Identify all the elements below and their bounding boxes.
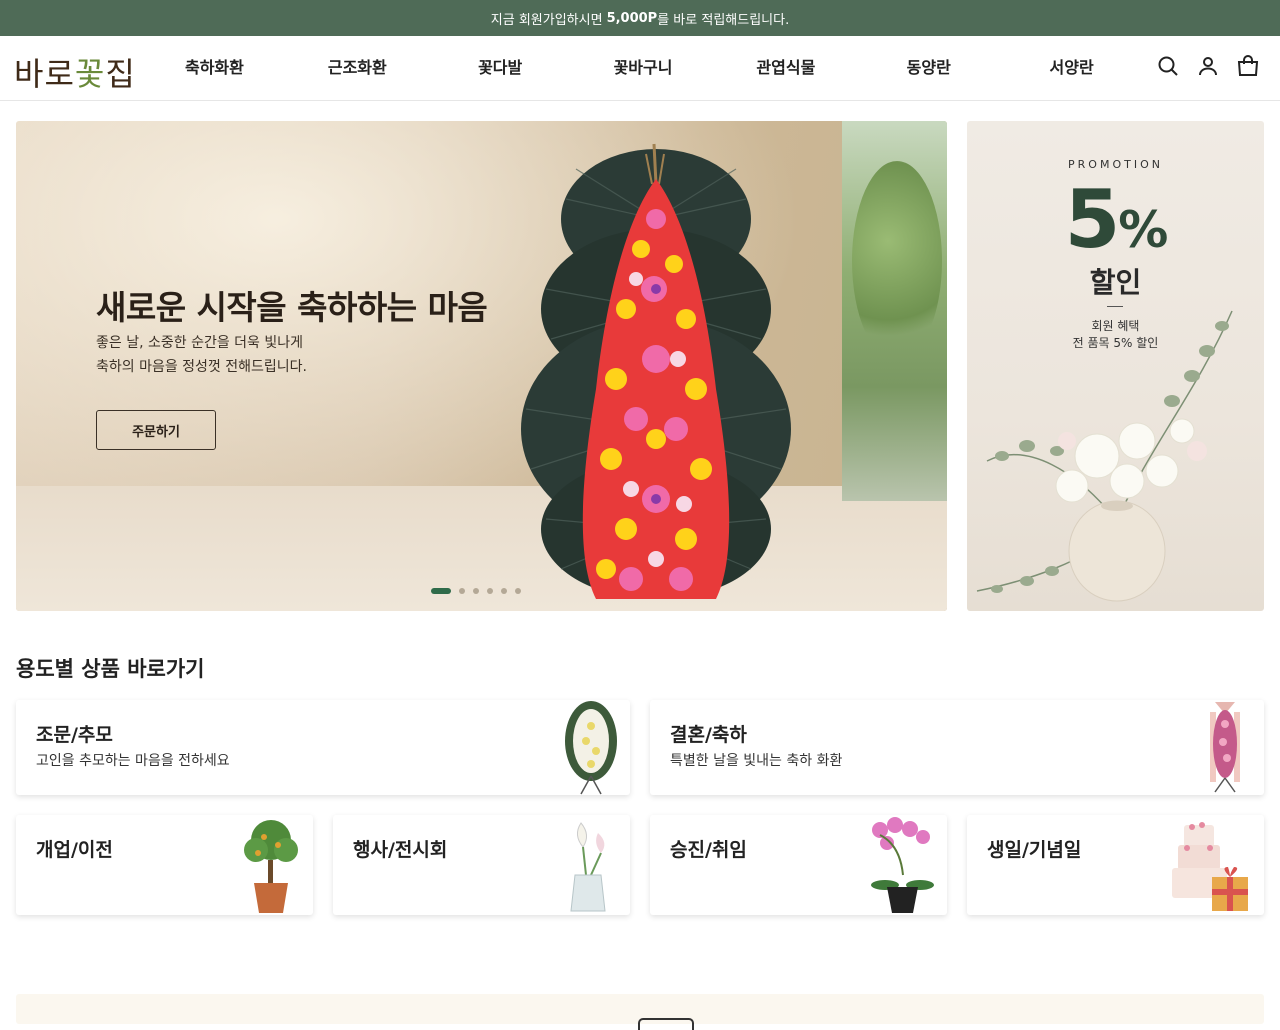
celebration-wreath-icon xyxy=(1210,702,1240,793)
promo-label: PROMOTION xyxy=(1068,158,1163,171)
hero-title: 새로운 시작을 축하하는 마음 xyxy=(96,288,488,327)
top-promo-banner: 지금 회원가입하시면 5,000P 를 바로 적립해드립니다. xyxy=(0,0,1280,36)
main-nav: 축하화환 근조화환 꽃다발 꽃바구니 관엽식물 동양란 서양란 xyxy=(143,36,1143,101)
next-section-icon xyxy=(638,1018,694,1030)
section-title: 용도별 상품 바로가기 xyxy=(16,657,205,681)
promo-discount-percent: % xyxy=(1118,201,1168,259)
site-header: 바로꽃집 축하화환 근조화환 꽃다발 꽃바구니 관엽식물 동양란 서양란 xyxy=(0,36,1280,101)
card-title: 조문/추모 xyxy=(36,724,113,746)
category-card-memorial[interactable]: 조문/추모 고인을 추모하는 마음을 전하세요 xyxy=(16,700,630,795)
promo-divider xyxy=(1107,306,1123,307)
celebration-wreath-image xyxy=(521,143,791,599)
category-card-opening[interactable]: 개업/이전 xyxy=(16,815,313,915)
hero-banner[interactable]: 새로운 시작을 축하하는 마음 좋은 날, 소중한 순간을 더욱 빛나게 축하의… xyxy=(16,121,947,611)
card-description: 특별한 날을 빛내는 축하 화환 xyxy=(670,753,843,769)
category-card-promotion[interactable]: 승진/취임 xyxy=(650,815,947,915)
category-card-event[interactable]: 행사/전시회 xyxy=(333,815,630,915)
card-description: 고인을 추모하는 마음을 전하세요 xyxy=(36,753,230,769)
card-title: 승진/취임 xyxy=(670,839,747,861)
slider-dot-3[interactable] xyxy=(473,588,479,594)
user-icon[interactable] xyxy=(1196,54,1220,78)
slider-pagination xyxy=(431,588,521,594)
promo-banner[interactable]: PROMOTION 5% 할인 회원 혜택 전 품목 5% 할인 xyxy=(967,121,1264,611)
nav-item-bouquet[interactable]: 꽃다발 xyxy=(429,36,572,101)
site-logo[interactable]: 바로꽃집 xyxy=(14,49,136,95)
card-title: 생일/기념일 xyxy=(987,839,1082,861)
slider-dot-5[interactable] xyxy=(501,588,507,594)
slider-dot-2[interactable] xyxy=(459,588,465,594)
header-icons xyxy=(1156,54,1260,78)
card-title: 행사/전시회 xyxy=(353,839,448,861)
order-button[interactable]: 주문하기 xyxy=(96,410,216,450)
promo-desc-line-2: 전 품목 5% 할인 xyxy=(1072,336,1159,350)
logo-part-3: 집 xyxy=(105,55,136,93)
banner-points: 5,000P xyxy=(606,10,658,26)
category-card-wedding[interactable]: 결혼/축하 특별한 날을 빛내는 축하 화환 xyxy=(650,700,1264,795)
logo-part-2: 꽃 xyxy=(74,55,106,93)
funeral-wreath-icon xyxy=(565,701,617,795)
banner-text-prefix: 지금 회원가입하시면 xyxy=(490,12,603,28)
money-tree-icon xyxy=(244,820,298,913)
cart-icon[interactable] xyxy=(1236,54,1260,78)
promo-discount: 5% xyxy=(967,173,1264,266)
nav-item-flower-basket[interactable]: 꽃바구니 xyxy=(572,36,715,101)
banner-text-suffix: 를 바로 적립해드립니다. xyxy=(657,12,790,28)
category-card-birthday[interactable]: 생일/기념일 xyxy=(967,815,1264,915)
hero-subtitle-line-2: 축하의 마음을 정성껏 전해드립니다. xyxy=(96,359,307,375)
promo-description: 회원 혜택 전 품목 5% 할인 xyxy=(967,318,1264,352)
promo-sale-text: 할인 xyxy=(1089,266,1142,299)
slider-dot-6[interactable] xyxy=(515,588,521,594)
nav-item-funeral-wreath[interactable]: 근조화환 xyxy=(286,36,429,101)
logo-part-1: 바로 xyxy=(14,55,75,93)
calla-lily-vase-icon xyxy=(570,822,606,912)
slider-dot-4[interactable] xyxy=(487,588,493,594)
card-title: 개업/이전 xyxy=(36,839,113,861)
hero-subtitle-line-1: 좋은 날, 소중한 순간을 더욱 빛나게 xyxy=(96,335,304,351)
nav-item-foliage-plant[interactable]: 관엽식물 xyxy=(714,36,857,101)
promo-discount-number: 5 xyxy=(1064,173,1121,266)
nav-item-western-orchid[interactable]: 서양란 xyxy=(1000,36,1143,101)
hero-subtitle: 좋은 날, 소중한 순간을 더욱 빛나게 축하의 마음을 정성껏 전해드립니다. xyxy=(96,331,307,379)
cake-gift-icon xyxy=(1172,822,1248,911)
nav-item-celebration-wreath[interactable]: 축하화환 xyxy=(143,36,286,101)
slider-dot-1[interactable] xyxy=(431,588,451,594)
card-title: 결혼/축하 xyxy=(670,724,747,746)
nav-item-oriental-orchid[interactable]: 동양란 xyxy=(857,36,1000,101)
orchid-pot-icon xyxy=(871,817,934,913)
hero-tree xyxy=(852,161,942,361)
search-icon[interactable] xyxy=(1156,54,1180,78)
promo-desc-line-1: 회원 혜택 xyxy=(1091,319,1140,333)
